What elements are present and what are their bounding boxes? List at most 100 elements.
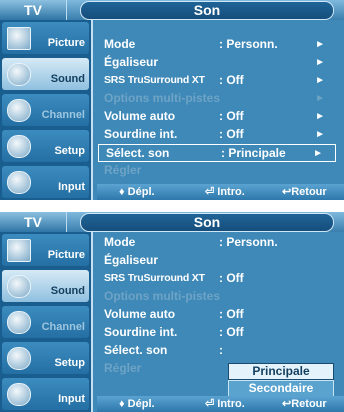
menu-item-egaliseur[interactable]: Égaliseur ►	[97, 54, 337, 71]
arrow-right-icon: ►	[313, 148, 323, 159]
sidebar-item-label: Sound	[50, 73, 85, 85]
footer-help-bar: ♦ Dépl. ⏎ Intro. ↩Retour	[97, 396, 344, 412]
sidebar-item-label: Setup	[54, 357, 85, 369]
osd-screen-2: TV Son Picture Sound Channel Setup Input…	[0, 212, 344, 412]
menu-item-value: : Off	[219, 73, 244, 87]
menu-item-value: : Off	[219, 307, 244, 321]
menu-item-label: Sourdine int.	[104, 127, 178, 141]
arrow-right-icon: ►	[315, 57, 325, 68]
sidebar-item-label: Channel	[41, 109, 85, 121]
menu-item-select-son[interactable]: Sélect. son :	[97, 342, 337, 359]
gear-icon	[7, 135, 31, 158]
menu-item-value: : Off	[219, 325, 244, 339]
menu-list: Mode : Personn. ► Égaliseur ► SRS TruSur…	[97, 20, 344, 184]
menu-item-label: Régler	[104, 361, 142, 375]
return-hint: ↩Retour	[282, 398, 327, 410]
sidebar-item-setup[interactable]: Setup	[2, 342, 89, 374]
arrow-right-icon: ►	[315, 129, 325, 140]
sidebar: Picture Sound Channel Setup Input	[0, 232, 91, 412]
arrow-right-icon: ►	[315, 111, 325, 122]
sidebar-item-label: Picture	[47, 37, 85, 49]
sidebar-item-label: Input	[58, 393, 85, 405]
menu-item-label: Sourdine int.	[104, 325, 178, 339]
sidebar-item-setup[interactable]: Setup	[2, 130, 89, 162]
speaker-icon	[7, 63, 31, 86]
menu-item-value: : Off	[219, 109, 244, 123]
menu-item-label: Sélect. son	[106, 146, 170, 160]
sidebar-item-picture[interactable]: Picture	[2, 234, 89, 266]
menu-item-sourdine[interactable]: Sourdine int. : Off	[97, 324, 337, 341]
menu-title: Son	[80, 213, 334, 232]
return-hint: ↩Retour	[282, 186, 327, 198]
menu-item-label: Sélect. son	[104, 343, 168, 357]
menu-item-value: : Off	[219, 271, 244, 285]
sidebar-item-label: Picture	[47, 249, 85, 261]
menu-item-volume-auto[interactable]: Volume auto : Off ►	[97, 108, 337, 125]
sidebar-item-input[interactable]: Input	[2, 378, 89, 410]
menu-item-regler: Régler	[97, 162, 337, 179]
sidebar-item-channel[interactable]: Channel	[2, 94, 89, 126]
sidebar-item-picture[interactable]: Picture	[2, 22, 89, 54]
menu-item-label: Régler	[104, 163, 142, 177]
sidebar-item-label: Input	[58, 181, 85, 193]
menu-item-label: Options multi-pistes	[104, 91, 221, 105]
sidebar-item-input[interactable]: Input	[2, 166, 89, 198]
sidebar-item-label: Channel	[41, 321, 85, 333]
menu-item-label: Égaliseur	[104, 253, 159, 267]
picture-icon	[7, 27, 31, 50]
move-hint: ♦ Dépl.	[119, 186, 155, 198]
menu-item-label: Mode	[104, 235, 136, 249]
sidebar-item-sound[interactable]: Sound	[2, 58, 89, 90]
sidebar-item-label: Setup	[54, 145, 85, 157]
menu-item-label: Volume auto	[104, 109, 176, 123]
menu-item-label: SRS TruSurround XT	[104, 272, 205, 284]
menu-item-options-multipistes: Options multi-pistes	[97, 288, 337, 305]
divider	[91, 20, 93, 200]
menu-item-label: Volume auto	[104, 307, 176, 321]
sidebar-item-sound[interactable]: Sound	[2, 270, 89, 302]
menu-item-mode[interactable]: Mode : Personn.	[97, 234, 337, 251]
sidebar-item-label: Sound	[50, 285, 85, 297]
osd-screen-1: TV Son Picture Sound Channel Setup Input…	[0, 0, 344, 200]
select-son-dropdown[interactable]: Principale Secondaire	[228, 363, 334, 397]
menu-item-select-son[interactable]: Sélect. son : Principale ►	[98, 144, 336, 162]
dropdown-option-principale[interactable]: Principale	[228, 363, 334, 380]
arrow-right-icon: ►	[315, 39, 325, 50]
menu-item-label: Options multi-pistes	[104, 289, 221, 303]
dropdown-option-secondaire[interactable]: Secondaire	[228, 380, 334, 397]
enter-hint: ⏎ Intro.	[205, 186, 245, 198]
input-plug-icon	[7, 383, 31, 406]
footer-help-bar: ♦ Dépl. ⏎ Intro. ↩Retour	[97, 184, 344, 200]
menu-item-value: : Personn.	[219, 37, 278, 51]
divider	[91, 232, 93, 412]
picture-icon	[7, 239, 31, 262]
menu-item-srs[interactable]: SRS TruSurround XT : Off ►	[97, 72, 337, 89]
menu-item-label: SRS TruSurround XT	[104, 74, 205, 86]
satellite-dish-icon	[7, 99, 31, 122]
menu-title: Son	[80, 1, 334, 20]
source-tab[interactable]: TV	[0, 0, 67, 20]
source-tab[interactable]: TV	[0, 212, 67, 232]
menu-item-value: : Personn.	[219, 235, 278, 249]
satellite-dish-icon	[7, 311, 31, 334]
menu-item-value: :	[219, 343, 223, 357]
menu-item-sourdine[interactable]: Sourdine int. : Off ►	[97, 126, 337, 143]
menu-item-label: Mode	[104, 37, 136, 51]
arrow-right-icon: ►	[315, 93, 325, 104]
menu-item-label: Égaliseur	[104, 55, 159, 69]
arrow-right-icon: ►	[315, 75, 325, 86]
menu-item-egaliseur[interactable]: Égaliseur	[97, 252, 337, 269]
move-hint: ♦ Dépl.	[119, 398, 155, 410]
sidebar-item-channel[interactable]: Channel	[2, 306, 89, 338]
gear-icon	[7, 347, 31, 370]
menu-item-mode[interactable]: Mode : Personn. ►	[97, 36, 337, 53]
speaker-icon	[7, 275, 31, 298]
menu-item-options-multipistes: Options multi-pistes ►	[97, 90, 337, 107]
menu-item-volume-auto[interactable]: Volume auto : Off	[97, 306, 337, 323]
menu-item-srs[interactable]: SRS TruSurround XT : Off	[97, 270, 337, 287]
sidebar: Picture Sound Channel Setup Input	[0, 20, 91, 200]
input-plug-icon	[7, 171, 31, 194]
menu-item-value: : Off	[219, 127, 244, 141]
enter-hint: ⏎ Intro.	[205, 398, 245, 410]
menu-item-value: : Principale	[221, 146, 286, 160]
